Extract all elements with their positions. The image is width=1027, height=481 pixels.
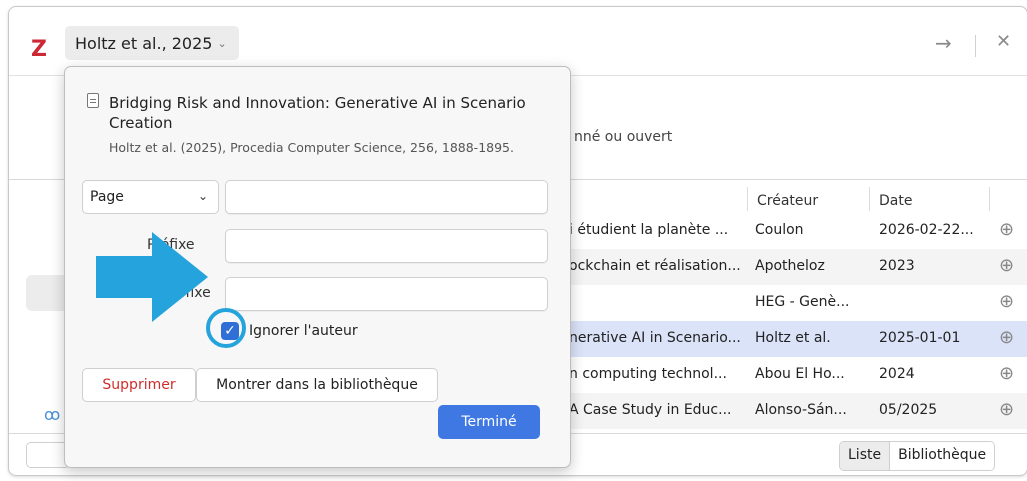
add-circle-icon[interactable]: ⊕ — [999, 219, 1014, 240]
row-title: nerative AI in Scenario... — [569, 330, 741, 346]
row-creator: Coulon — [755, 222, 804, 238]
locator-type-select[interactable]: Page ⌄ — [82, 180, 219, 214]
item-title: Bridging Risk and Innovation: Generative… — [109, 94, 526, 132]
done-button[interactable]: Terminé — [438, 405, 540, 439]
locator-input[interactable] — [225, 180, 548, 214]
row-date: 05/2025 — [879, 402, 938, 418]
table-row[interactable]: HEG - Genè... ⊕ — [569, 285, 1027, 321]
add-circle-icon[interactable]: ⊕ — [999, 363, 1014, 384]
row-title: A Case Study in Educ... — [569, 402, 732, 418]
column-separator — [989, 187, 990, 211]
row-creator: Abou El Ho... — [755, 366, 845, 382]
people-icon: ꝏ — [44, 405, 61, 424]
column-header-date[interactable]: Date — [879, 193, 912, 209]
header-divider — [975, 35, 976, 57]
arrow-right-icon[interactable]: → — [935, 31, 952, 55]
view-library-button[interactable]: Bibliothèque — [890, 442, 995, 470]
prefix-input[interactable] — [225, 229, 548, 263]
row-creator: Holtz et al. — [755, 330, 831, 346]
suppress-author-label[interactable]: Ignorer l'auteur — [249, 323, 358, 339]
add-circle-icon[interactable]: ⊕ — [999, 255, 1014, 276]
row-title: i étudient la planète ... — [569, 222, 729, 238]
locator-type-value: Page — [90, 189, 124, 205]
view-list-button[interactable]: Liste — [840, 442, 891, 470]
table-row[interactable]: ockchain et réalisation... Apotheloz 202… — [569, 249, 1027, 285]
column-separator — [747, 187, 748, 211]
row-date: 2023 — [879, 258, 915, 274]
row-creator: Apotheloz — [755, 258, 825, 274]
row-date: 2025-01-01 — [879, 330, 961, 346]
row-date: 2024 — [879, 366, 915, 382]
chevron-down-icon: ⌄ — [217, 36, 227, 50]
column-separator — [869, 187, 870, 211]
empty-message: nné ou ouvert — [574, 129, 673, 145]
row-creator: HEG - Genè... — [755, 294, 850, 310]
view-mode-toggle[interactable]: Liste Bibliothèque — [839, 441, 996, 471]
close-icon[interactable]: ✕ — [996, 31, 1011, 52]
delete-button[interactable]: Supprimer — [82, 368, 196, 402]
zotero-logo: Z — [31, 37, 47, 62]
add-circle-icon[interactable]: ⊕ — [999, 399, 1014, 420]
table-row[interactable]: A Case Study in Educ... Alonso-Sán... 05… — [569, 393, 1027, 429]
add-circle-icon[interactable]: ⊕ — [999, 291, 1014, 312]
citation-chip-label: Holtz et al., 2025 — [75, 33, 213, 53]
annotation-circle — [206, 308, 246, 348]
table-row[interactable]: n computing technol... Abou El Ho... 202… — [569, 357, 1027, 393]
chevron-down-icon: ⌄ — [197, 189, 208, 203]
column-header-creator[interactable]: Créateur — [757, 193, 818, 209]
table-row-selected[interactable]: nerative AI in Scenario... Holtz et al. … — [569, 321, 1027, 357]
table-row[interactable]: i étudient la planète ... Coulon 2026-02… — [569, 213, 1027, 249]
suffix-input[interactable] — [225, 277, 548, 311]
row-date: 2026-02-22... — [879, 222, 974, 238]
citation-chip[interactable]: Holtz et al., 2025 ⌄ — [65, 26, 239, 60]
row-creator: Alonso-Sán... — [755, 402, 847, 418]
document-icon — [87, 93, 99, 108]
add-circle-icon[interactable]: ⊕ — [999, 327, 1014, 348]
row-title: n computing technol... — [569, 366, 727, 382]
item-citation-details: Holtz et al. (2025), Procedia Computer S… — [109, 140, 514, 155]
row-title: ockchain et réalisation... — [569, 258, 741, 274]
show-in-library-button[interactable]: Montrer dans la bibliothèque — [196, 368, 438, 402]
